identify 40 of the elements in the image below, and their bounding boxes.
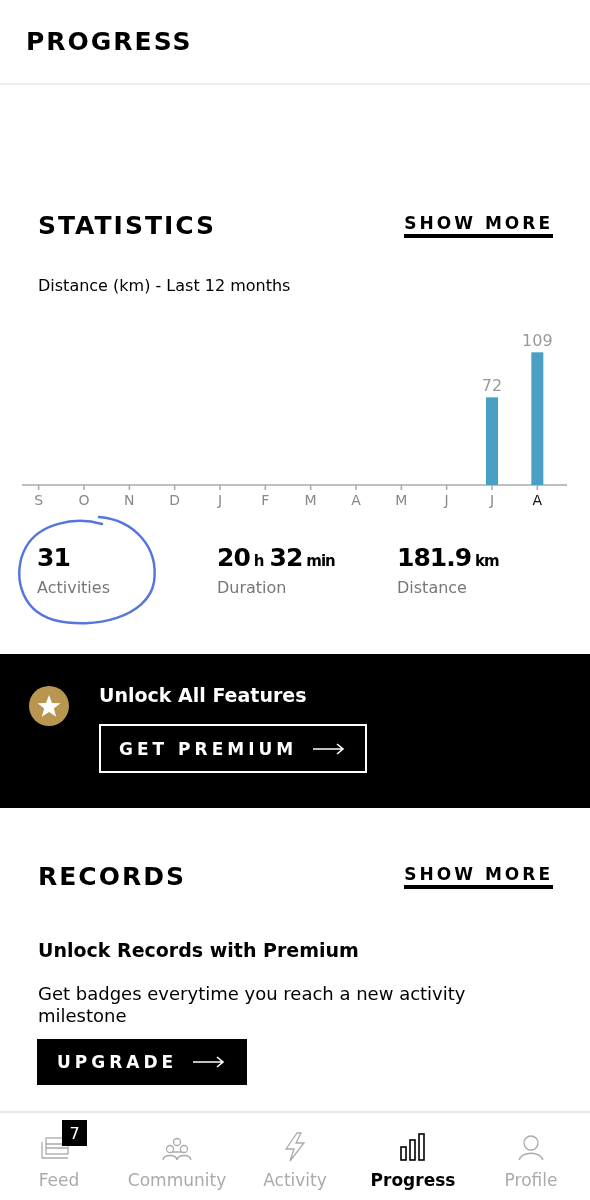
chart-subtitle: Distance (km) - Last 12 months [37,275,292,295]
people-icon [161,1136,193,1162]
tab[interactable]: 7 Feed [0,1113,118,1200]
records-description: Get badges everytime you reach a new activity milestone [38,983,467,1027]
stat-label: Activities [37,578,111,597]
stat-value: 20 h 32 min [217,543,336,572]
axis-label: M [395,492,408,508]
stat-value: 181.9 km [397,543,500,572]
axis-label: F [261,492,270,508]
promo-title: Unlock All Features [99,684,308,706]
show-more-link[interactable]: SHOW MORE [404,213,553,238]
axis-label: A [532,492,543,508]
records-heading: Unlock Records with Premium [37,938,360,961]
section-title: RECORDS [38,862,186,891]
get-premium-button[interactable]: GET PREMIUM [99,724,368,773]
lightning-icon [283,1132,307,1162]
axis-label: N [124,492,135,508]
arrow-icon [193,1056,226,1068]
show-more-link[interactable]: SHOW MORE [404,864,553,889]
stat-label: Distance [397,578,468,597]
axis-label: S [34,492,44,508]
axis-label: D [169,492,181,508]
bar-value: 72 [481,376,503,396]
upgrade-button[interactable]: UPGRADE [37,1039,248,1085]
stat-label: Duration [217,578,288,597]
axis-label: J [444,492,449,508]
stat-value: 31 [37,543,71,572]
page-title: PROGRESS [26,27,193,56]
axis-label: J [217,492,223,508]
notification-badge: 7 [62,1120,87,1146]
bar-value: 109 [522,331,553,351]
bar-chart-icon [399,1132,427,1162]
section-title: STATISTICS [38,211,217,240]
arrow-icon [313,742,346,755]
tab[interactable]: Progress [354,1113,472,1200]
person-icon [518,1134,544,1162]
axis-label: O [78,492,90,508]
axis-label: A [351,492,361,508]
axis-label: M [304,492,317,508]
axis-label: J [489,492,495,508]
